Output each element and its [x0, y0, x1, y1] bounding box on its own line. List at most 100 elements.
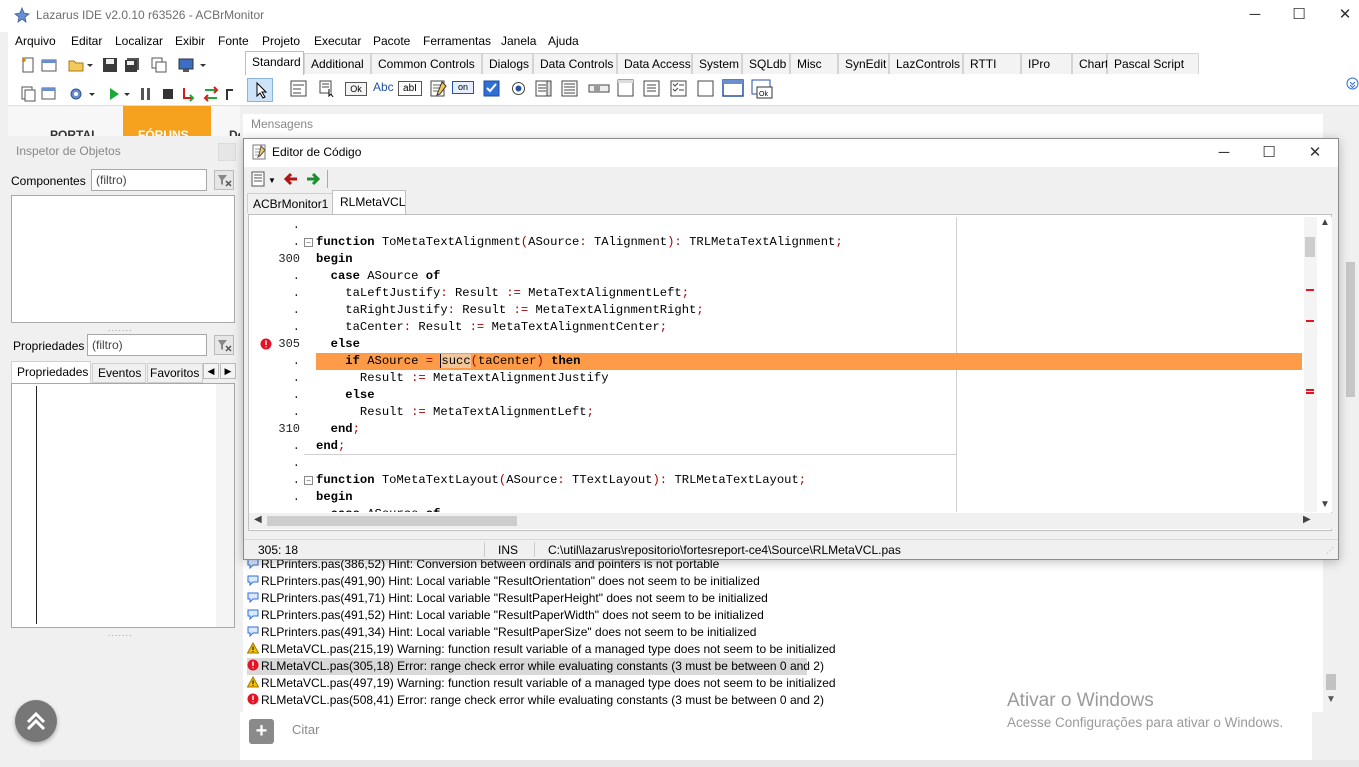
radiogroup-component-icon[interactable]	[643, 80, 660, 97]
tab-scroll-left-icon[interactable]: ◀	[203, 363, 219, 379]
palette-tab-additional[interactable]: Additional	[304, 53, 371, 74]
properties-grid-scrollbar[interactable]	[216, 384, 234, 627]
stop-icon[interactable]	[160, 86, 177, 103]
splitter-grip-1[interactable]: .......	[108, 323, 133, 333]
palette-tab-sqldb[interactable]: SQLdb	[742, 53, 790, 74]
cite-label[interactable]: Citar	[292, 722, 319, 737]
step-out-icon[interactable]	[225, 86, 235, 103]
clear-properties-filter-icon[interactable]	[214, 335, 234, 355]
jump-forward-icon[interactable]	[305, 171, 321, 187]
toggle-form-icon[interactable]	[151, 57, 168, 74]
messages-scroll-down-icon[interactable]: ▼	[1326, 694, 1336, 705]
popupmenu-component-icon[interactable]	[319, 80, 336, 98]
palette-tab-ipro[interactable]: IPro	[1021, 53, 1072, 74]
pause-icon[interactable]	[138, 86, 155, 103]
palette-tab-chart[interactable]: Chart	[1072, 53, 1108, 74]
togglebox-component[interactable]: on	[452, 81, 474, 94]
actionlist-component-icon[interactable]: Ok	[751, 79, 773, 99]
editor-scrollbar-thumb[interactable]	[1305, 237, 1315, 257]
view-dropdown-icon[interactable]	[199, 57, 207, 74]
listbox-component-icon[interactable]	[535, 80, 552, 97]
palette-tab-synedit[interactable]: SynEdit	[838, 53, 889, 74]
palette-tab-data-controls[interactable]: Data Controls	[533, 53, 617, 74]
palette-tab-data-access[interactable]: Data Access	[617, 53, 692, 74]
new-form-icon[interactable]	[41, 57, 58, 74]
label-component[interactable]: Abc	[373, 80, 394, 94]
jump-back-icon[interactable]	[283, 171, 299, 187]
save-all-icon[interactable]	[124, 57, 141, 74]
page-scrollbar-thumb[interactable]	[1346, 262, 1355, 397]
panel-component-icon[interactable]	[697, 80, 714, 97]
editor-scroll-left-icon[interactable]: ◀	[254, 514, 262, 525]
button-component[interactable]: Ok	[345, 82, 367, 96]
main-maximize-button[interactable]: ☐	[1276, 5, 1322, 23]
components-tree[interactable]	[11, 195, 235, 323]
tab-favoritos[interactable]: Favoritos	[147, 363, 203, 383]
save-icon[interactable]	[102, 57, 119, 74]
palette-tab-misc[interactable]: Misc	[790, 53, 838, 74]
tab-scroll-right-icon[interactable]: ▶	[220, 363, 236, 379]
editor-hscroll-thumb[interactable]	[267, 516, 517, 526]
code-area[interactable]: − − function ToMetaTextAlignment(ASource…	[304, 217, 1304, 512]
menu-arquivo[interactable]: Arquivo	[15, 34, 56, 48]
page-scrollbar[interactable]	[1341, 114, 1359, 712]
groupbox-component-icon[interactable]	[617, 79, 634, 97]
view-forms-icon[interactable]	[178, 57, 195, 74]
splitter-grip-2[interactable]: .......	[108, 628, 133, 638]
menu-janela[interactable]: Janela	[501, 34, 536, 48]
menu-editar[interactable]: Editar	[71, 34, 102, 48]
palette-tab-rtti[interactable]: RTTI	[963, 53, 1021, 74]
editor-tab-rlmetavcl[interactable]: RLMetaVCL	[332, 190, 406, 214]
view-forms-list-icon[interactable]	[41, 86, 58, 103]
menu-projeto[interactable]: Projeto	[262, 34, 300, 48]
step-into-icon[interactable]	[181, 86, 198, 103]
frame-component-icon[interactable]	[722, 79, 744, 97]
menu-localizar[interactable]: Localizar	[115, 34, 163, 48]
menu-pacote[interactable]: Pacote	[373, 34, 410, 48]
tab-propriedades[interactable]: Propriedades	[11, 361, 91, 383]
palette-tab-standard[interactable]: Standard	[245, 51, 304, 75]
inspector-close-button[interactable]	[218, 143, 236, 161]
editor-scroll-down-icon[interactable]: ▼	[1320, 499, 1330, 510]
error-marker-icon[interactable]	[260, 338, 272, 350]
new-unit-icon[interactable]	[20, 57, 37, 74]
checkgroup-component-icon[interactable]	[670, 80, 687, 97]
editor-vertical-scrollbar[interactable]	[1304, 217, 1317, 512]
tab-eventos[interactable]: Eventos	[92, 363, 146, 383]
palette-tab-dialogs[interactable]: Dialogs	[482, 53, 533, 74]
open-dropdown-icon[interactable]	[86, 57, 94, 74]
run-icon[interactable]	[106, 86, 123, 103]
components-filter-input[interactable]: (filtro)	[91, 169, 207, 191]
main-minimize-button[interactable]: ─	[1232, 6, 1278, 23]
radiobutton-component-icon[interactable]	[510, 80, 527, 97]
clear-components-filter-icon[interactable]	[214, 170, 234, 190]
cite-plus-button[interactable]: +	[249, 719, 274, 744]
editor-scroll-right-icon[interactable]: ▶	[1303, 514, 1311, 525]
editor-menu-dropdown-icon[interactable]: ▼	[268, 176, 276, 185]
combobox-component-icon[interactable]	[561, 80, 578, 97]
message-line-selected[interactable]: RLMetaVCL.pas(305,18) Error: range check…	[247, 658, 824, 675]
fold-toggle-icon[interactable]: −	[304, 238, 313, 247]
menu-exibir[interactable]: Exibir	[175, 34, 205, 48]
open-folder-icon[interactable]	[68, 57, 85, 74]
step-over-icon[interactable]	[203, 86, 220, 103]
editor-tab-acbrmonitor1[interactable]: ACBrMonitor1	[247, 193, 335, 213]
scroll-to-top-button[interactable]	[15, 700, 57, 742]
editor-close-button[interactable]: ✕	[1292, 143, 1338, 161]
properties-grid[interactable]	[11, 383, 235, 628]
memo-component-icon[interactable]	[430, 80, 447, 97]
properties-filter-input[interactable]: (filtro)	[87, 334, 207, 356]
main-close-button[interactable]: ✕	[1322, 5, 1359, 23]
editor-maximize-button[interactable]: ☐	[1246, 143, 1292, 161]
resize-grip[interactable]: ⋰	[1326, 546, 1334, 555]
view-units-icon[interactable]	[20, 86, 37, 103]
editor-horizontal-scrollbar[interactable]: ◀ ▶	[249, 513, 1332, 529]
editor-scroll-up-icon[interactable]: ▲	[1320, 217, 1330, 228]
menu-ajuda[interactable]: Ajuda	[548, 34, 579, 48]
messages-scrollbar-thumb[interactable]	[1326, 674, 1336, 690]
mainmenu-component-icon[interactable]	[290, 80, 307, 97]
menu-executar[interactable]: Executar	[314, 34, 361, 48]
scrollbar-component-icon[interactable]	[588, 80, 610, 97]
palette-tab-common-controls[interactable]: Common Controls	[371, 53, 482, 74]
menu-fonte[interactable]: Fonte	[218, 34, 249, 48]
